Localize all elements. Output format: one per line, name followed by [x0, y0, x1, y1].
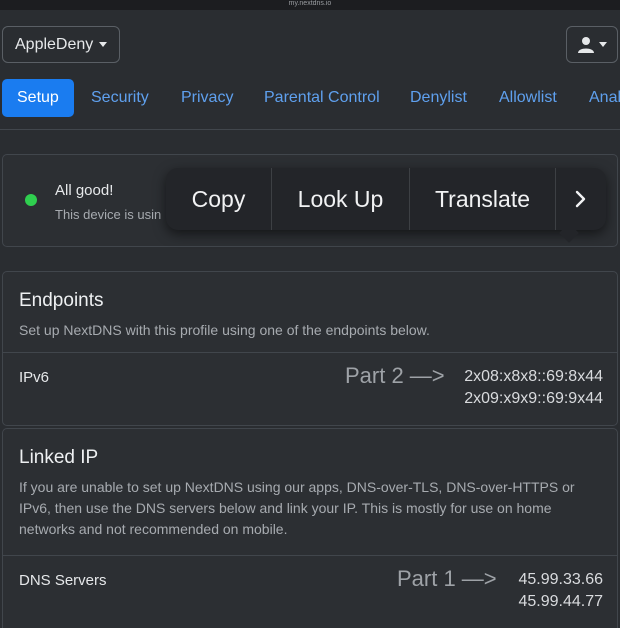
- profile-name: AppleDeny: [15, 35, 94, 53]
- tab-bar: Setup Security Privacy Parental Control …: [0, 78, 620, 130]
- linked-ip-description: If you are unable to set up NextDNS usin…: [19, 477, 609, 540]
- tab-privacy[interactable]: Privacy: [166, 79, 248, 117]
- dns-server-address[interactable]: 45.99.33.66: [518, 569, 603, 591]
- header: AppleDeny: [0, 10, 620, 78]
- copy-menu-item[interactable]: Copy: [166, 168, 272, 230]
- description-line: IPv6, then use the DNS servers below and…: [19, 500, 552, 516]
- tab-denylist[interactable]: Denylist: [395, 79, 482, 117]
- linked-ip-title: Linked IP: [19, 447, 99, 468]
- status-subtitle: This device is usin: [55, 207, 162, 222]
- chevron-down-icon: [99, 42, 108, 47]
- chevron-down-icon: [599, 42, 607, 47]
- description-line: networks and not recommended on mobile.: [19, 521, 288, 537]
- linked-ip-card: Linked IP If you are unable to set up Ne…: [2, 428, 618, 628]
- endpoints-card: Endpoints Set up NextDNS with this profi…: [2, 271, 618, 426]
- translate-menu-item[interactable]: Translate: [410, 168, 556, 230]
- account-menu-button[interactable]: [566, 26, 618, 63]
- user-icon: [578, 36, 594, 53]
- browser-url: my.nextdns.io: [0, 0, 620, 10]
- status-ok-dot: [25, 194, 37, 206]
- endpoints-description: Set up NextDNS with this profile using o…: [19, 322, 430, 338]
- more-menu-item[interactable]: [556, 168, 606, 230]
- ipv6-label: IPv6: [19, 369, 50, 386]
- dns-servers-label: DNS Servers: [19, 572, 107, 589]
- tab-security[interactable]: Security: [76, 79, 164, 117]
- dns-servers-row: DNS Servers Part 1 —> 45.99.33.66 45.99.…: [3, 555, 617, 628]
- status-title: All good!: [55, 182, 114, 199]
- tab-parental-control[interactable]: Parental Control: [249, 79, 395, 117]
- ipv6-row: IPv6 Part 2 —> 2x08:x8x8::69:8x44 2x09:x…: [3, 352, 617, 426]
- look-up-menu-item[interactable]: Look Up: [272, 168, 410, 230]
- tab-setup[interactable]: Setup: [2, 79, 74, 117]
- dns-server-addresses[interactable]: 45.99.33.66 45.99.44.77: [518, 569, 603, 613]
- ipv6-address[interactable]: 2x08:x8x8::69:8x44: [464, 366, 603, 388]
- handwritten-annotation: Part 1 —>: [397, 566, 497, 591]
- description-line: If you are unable to set up NextDNS usin…: [19, 479, 575, 495]
- dns-server-address[interactable]: 45.99.44.77: [518, 591, 603, 613]
- tab-allowlist[interactable]: Allowlist: [484, 79, 572, 117]
- endpoints-title: Endpoints: [19, 290, 104, 311]
- ipv6-addresses[interactable]: 2x08:x8x8::69:8x44 2x09:x9x9::69:9x44: [464, 366, 603, 410]
- ipv6-address[interactable]: 2x09:x9x9::69:9x44: [464, 388, 603, 410]
- chevron-right-icon: [575, 190, 586, 208]
- tab-analytics[interactable]: Anal: [574, 79, 620, 117]
- profile-selector-button[interactable]: AppleDeny: [2, 26, 121, 63]
- text-selection-menu: Copy Look Up Translate: [166, 168, 606, 230]
- handwritten-annotation: Part 2 —>: [345, 363, 445, 388]
